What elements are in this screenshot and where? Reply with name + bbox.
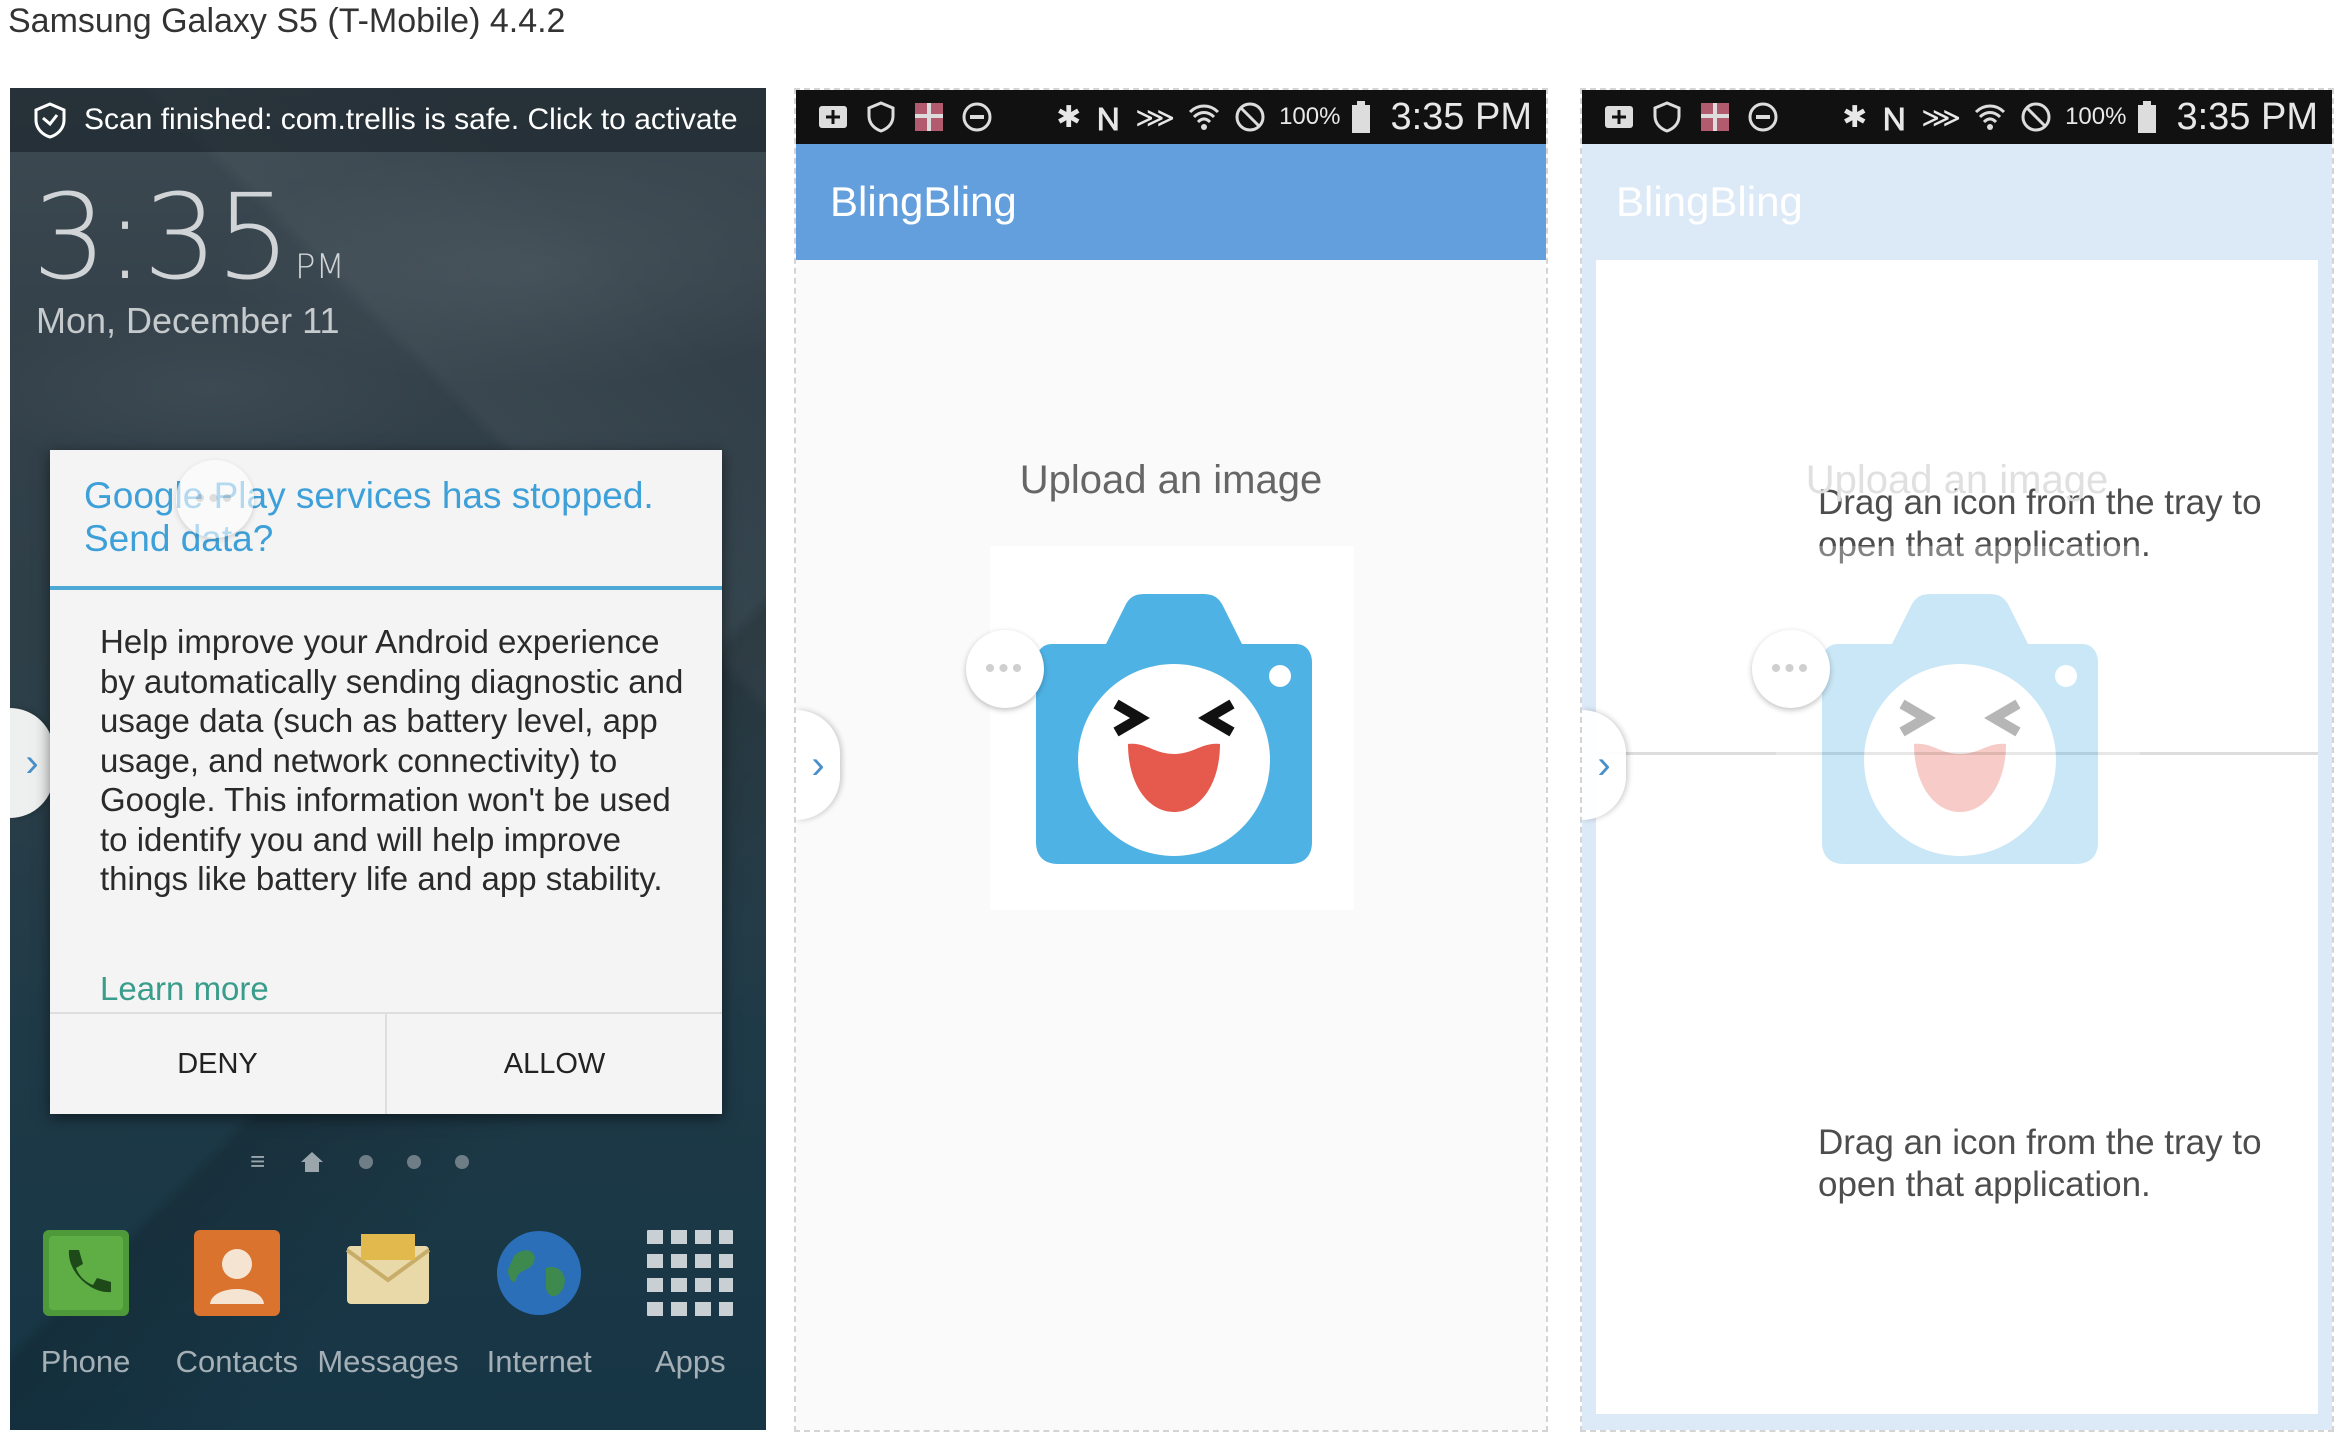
do-not-disturb-icon (1748, 102, 1778, 132)
do-not-disturb-icon (962, 102, 992, 132)
nfc-icon: Ｎ (1093, 104, 1124, 137)
page-dot (455, 1154, 470, 1169)
upload-image-button[interactable] (990, 546, 1354, 910)
chevron-right-icon: › (811, 742, 825, 787)
add-box-icon (1605, 106, 1633, 128)
camera-mascot-icon (1036, 594, 1312, 864)
no-signal-icon (1235, 102, 1265, 132)
battery-percent: 100% (1279, 103, 1341, 130)
add-box-icon (819, 106, 847, 128)
allow-button[interactable]: ALLOW (385, 1014, 722, 1114)
phone-icon (42, 1230, 129, 1316)
deny-button[interactable]: DENY (50, 1014, 385, 1114)
more-dots-icon[interactable]: ••• (176, 460, 254, 538)
tray-hint-bottom: Drag an icon from the tray to open that … (1818, 1123, 2262, 1204)
camera-mascot-icon (1822, 594, 2098, 864)
battery-percent: 100% (2065, 103, 2127, 130)
more-dots-icon[interactable]: ••• (966, 630, 1044, 708)
battery-icon (1352, 101, 1371, 133)
messages-icon (345, 1234, 431, 1304)
apps-grid-icon (647, 1230, 734, 1316)
contacts-icon (193, 1230, 280, 1316)
menu-lines-icon: ≡ (250, 1146, 266, 1176)
vibrate-mute-icon: ⋙ (1135, 101, 1176, 133)
notification-bar[interactable]: Scan finished: com.trellis is safe. Clic… (10, 88, 766, 152)
page-title: Samsung Galaxy S5 (T-Mobile) 4.4.2 (8, 2, 566, 40)
page-dot (359, 1154, 374, 1169)
chevron-right-icon: › (1597, 742, 1611, 787)
shield-icon (1653, 101, 1681, 133)
wifi-icon (1975, 104, 2006, 130)
dialog-divider (50, 586, 722, 590)
app-bar: BlingBling (1582, 144, 2332, 260)
app-title: BlingBling (1616, 178, 1803, 225)
more-dots-icon[interactable]: ••• (1752, 630, 1830, 708)
app-screenshot: ✱ Ｎ ⋙ 100% 3:35 PM BlingBling Upload an … (794, 88, 1548, 1432)
upload-label-faded: Upload an image (1805, 458, 2109, 502)
dialog-body: Help improve your Android experience by … (100, 623, 684, 897)
chevron-right-icon: › (25, 740, 39, 785)
status-time: 3:35 PM (2176, 95, 2318, 138)
page-dot (407, 1154, 422, 1169)
dock-app-apps[interactable]: Apps (620, 1228, 760, 1380)
shield-icon (34, 102, 66, 139)
dialog-buttons: DENY ALLOW (50, 1012, 722, 1114)
app-title: BlingBling (830, 178, 1017, 225)
app-content: Upload an image (796, 260, 1546, 1430)
upload-image-button-faded[interactable] (1776, 546, 2140, 910)
status-bar: ✱ Ｎ ⋙ 100% 3:35 PM (796, 90, 1546, 144)
learn-more-link[interactable]: Learn more (100, 970, 269, 1008)
wifi-icon (1189, 104, 1220, 130)
notification-text: Scan finished: com.trellis is safe. Clic… (84, 103, 738, 136)
nfc-icon: Ｎ (1879, 104, 1910, 137)
bluetooth-icon: ✱ (1056, 100, 1082, 134)
status-bar: ✱ Ｎ ⋙ 100% 3:35 PM (1582, 90, 2332, 144)
home-icon (301, 1151, 324, 1172)
vibrate-mute-icon: ⋙ (1921, 101, 1962, 133)
shield-icon (867, 101, 895, 133)
lockscreen-date: Mon, December 11 (36, 300, 340, 341)
battery-icon (2138, 101, 2157, 133)
status-time: 3:35 PM (1390, 95, 1532, 138)
dock-app-internet[interactable]: Internet (469, 1228, 609, 1380)
app-screenshot-with-tray: ✱ Ｎ ⋙ 100% 3:35 PM BlingBling Drag an ic… (1580, 88, 2334, 1432)
gift-icon (1701, 103, 1729, 131)
lockscreen-clock: 3:35 PM (32, 168, 345, 306)
dock-app-contacts[interactable]: Contacts (167, 1228, 307, 1380)
home-page-indicator: ≡ (250, 1146, 470, 1177)
globe-icon (497, 1231, 582, 1315)
upload-label: Upload an image (1019, 458, 1323, 502)
lockscreen-screenshot: Scan finished: com.trellis is safe. Clic… (10, 88, 766, 1430)
no-signal-icon (2021, 102, 2051, 132)
app-bar: BlingBling (796, 144, 1546, 260)
app-dock: Phone Contacts Messages Internet Apps (10, 1228, 766, 1380)
error-dialog: Google Play services has stopped. Send d… (50, 450, 722, 1114)
dock-app-phone[interactable]: Phone (16, 1228, 156, 1380)
app-content-overlay: Drag an icon from the tray to open that … (1582, 260, 2332, 1430)
gift-icon (915, 103, 943, 131)
dock-app-messages[interactable]: Messages (317, 1228, 459, 1380)
bluetooth-icon: ✱ (1842, 100, 1868, 134)
